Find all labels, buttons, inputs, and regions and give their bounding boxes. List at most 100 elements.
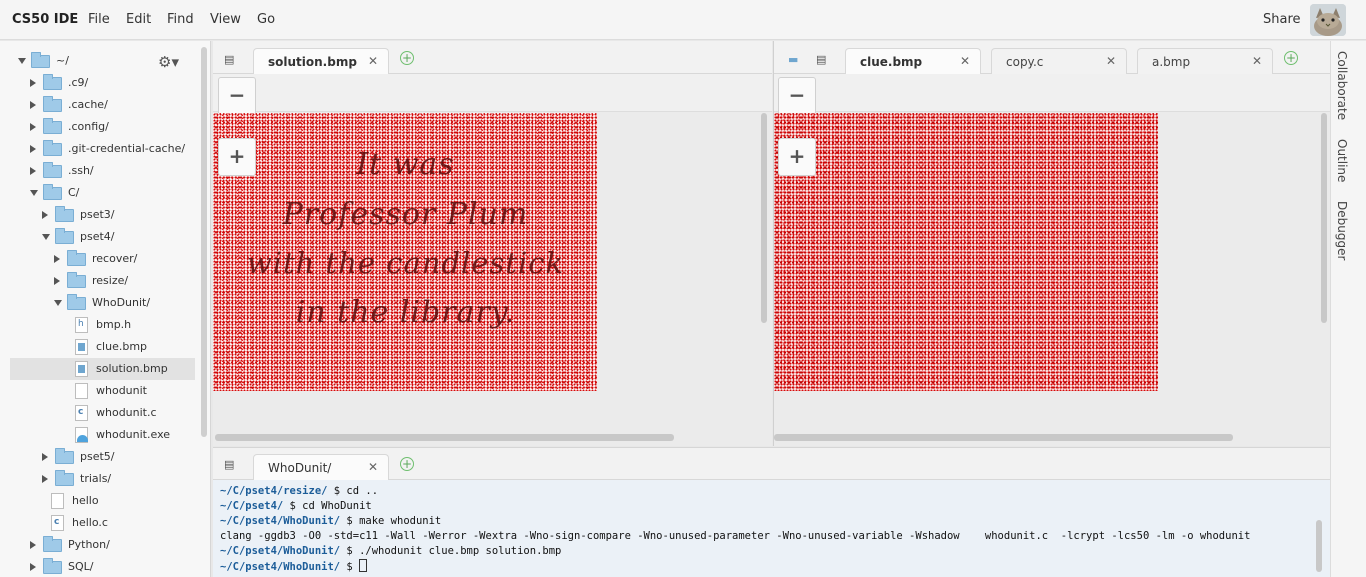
- tree-folder[interactable]: C/: [10, 182, 195, 204]
- tab-label: a.bmp: [1152, 55, 1191, 69]
- terminal-prompt: ~/C/pset4/resize/: [220, 485, 328, 497]
- add-tab-icon[interactable]: +: [1284, 51, 1298, 65]
- tree-file[interactable]: whodunit.c: [10, 402, 195, 424]
- chevron-right-icon[interactable]: [54, 255, 60, 263]
- terminal-text: $ make whodunit: [340, 515, 442, 527]
- zoom-in-button[interactable]: +: [218, 138, 256, 176]
- folder-icon: [43, 536, 62, 552]
- debugger-tab[interactable]: Debugger: [1335, 201, 1349, 260]
- tree-item-label: SQL/: [68, 560, 94, 573]
- close-icon[interactable]: ✕: [1106, 54, 1116, 68]
- tree-folder[interactable]: WhoDunit/: [10, 292, 195, 314]
- tree-folder[interactable]: recover/: [10, 248, 195, 270]
- menu-edit[interactable]: Edit: [126, 12, 151, 27]
- chevron-right-icon[interactable]: [54, 277, 60, 285]
- terminal-output[interactable]: ~/C/pset4/resize/ $ cd .. ~/C/pset4/ $ cd…: [220, 484, 1250, 575]
- chevron-right-icon[interactable]: [42, 453, 48, 461]
- terminal-text: clang -ggdb3 -O0 -std=c11 -Wall -Werror …: [220, 530, 1251, 542]
- terminal-scrollbar[interactable]: [1316, 520, 1322, 572]
- collaborate-tab[interactable]: Collaborate: [1335, 51, 1349, 120]
- right-vertical-scrollbar[interactable]: [1321, 113, 1327, 323]
- chevron-right-icon[interactable]: [30, 167, 36, 175]
- tree-file[interactable]: hello.c: [10, 512, 195, 534]
- tree-item-label: clue.bmp: [96, 340, 148, 353]
- menu-file[interactable]: File: [88, 12, 110, 27]
- tab-clue-bmp[interactable]: clue.bmp ✕: [845, 48, 981, 74]
- chevron-down-icon[interactable]: [42, 234, 50, 240]
- tree-file[interactable]: whodunit: [10, 380, 195, 402]
- tree-item-label: trials/: [80, 472, 112, 485]
- menu-find[interactable]: Find: [167, 12, 194, 27]
- tab-copy-c[interactable]: copy.c ✕: [991, 48, 1127, 74]
- tree-folder[interactable]: .git-credential-cache/: [10, 138, 195, 160]
- tree-folder[interactable]: ~/: [10, 50, 195, 72]
- sidebar-scrollbar[interactable]: [201, 47, 207, 437]
- close-icon[interactable]: ✕: [368, 460, 378, 474]
- share-button[interactable]: Share: [1263, 12, 1301, 27]
- folder-icon: [43, 74, 62, 90]
- tree-item-label: .ssh/: [68, 164, 94, 177]
- right-horizontal-scrollbar[interactable]: [774, 434, 1233, 441]
- tree-file[interactable]: solution.bmp: [10, 358, 195, 380]
- close-icon[interactable]: ✕: [368, 54, 378, 68]
- solution-image: It was Professor Plum with the candlesti…: [213, 113, 597, 391]
- folder-icon: [67, 294, 86, 310]
- chevron-right-icon[interactable]: [30, 563, 36, 571]
- tree-folder[interactable]: pset4/: [10, 226, 195, 248]
- close-icon[interactable]: ✕: [1252, 54, 1262, 68]
- tree-folder[interactable]: .cache/: [10, 94, 195, 116]
- tree-file[interactable]: hello: [10, 490, 195, 512]
- tree-folder[interactable]: .ssh/: [10, 160, 195, 182]
- tree-folder[interactable]: resize/: [10, 270, 195, 292]
- chevron-right-icon[interactable]: [42, 211, 48, 219]
- chevron-right-icon[interactable]: [42, 475, 48, 483]
- tree-folder[interactable]: .config/: [10, 116, 195, 138]
- add-tab-icon[interactable]: +: [400, 457, 414, 471]
- tree-folder[interactable]: .c9/: [10, 72, 195, 94]
- folder-icon: [55, 448, 74, 464]
- tree-folder[interactable]: Python/: [10, 534, 195, 556]
- chevron-down-icon[interactable]: [18, 58, 26, 64]
- chevron-down-icon[interactable]: [30, 190, 38, 196]
- chevron-right-icon[interactable]: [30, 79, 36, 87]
- user-avatar[interactable]: [1310, 4, 1346, 36]
- chevron-right-icon[interactable]: [30, 123, 36, 131]
- image-file-icon: [75, 361, 88, 377]
- tab-solution-bmp[interactable]: solution.bmp ✕: [253, 48, 389, 74]
- add-tab-icon[interactable]: +: [400, 51, 414, 65]
- menu-go[interactable]: Go: [257, 12, 275, 27]
- tree-item-label: bmp.h: [96, 318, 132, 331]
- tree-folder[interactable]: pset3/: [10, 204, 195, 226]
- tree-folder[interactable]: pset5/: [10, 446, 195, 468]
- pane-menu-icon[interactable]: ▤: [816, 53, 826, 66]
- zoom-out-button[interactable]: −: [778, 77, 816, 115]
- folder-icon[interactable]: ▬: [788, 53, 798, 66]
- tree-item-label: .cache/: [68, 98, 108, 111]
- tab-a-bmp[interactable]: a.bmp ✕: [1137, 48, 1273, 74]
- pane-menu-icon[interactable]: ▤: [224, 458, 234, 471]
- tree-file[interactable]: clue.bmp: [10, 336, 195, 358]
- chevron-right-icon[interactable]: [30, 541, 36, 549]
- chevron-right-icon[interactable]: [30, 101, 36, 109]
- close-icon[interactable]: ✕: [960, 54, 970, 68]
- tree-folder[interactable]: SQL/: [10, 556, 195, 577]
- tree-item-label: ~/: [56, 54, 69, 67]
- tree-item-label: hello.c: [72, 516, 108, 529]
- file-icon: [51, 493, 64, 509]
- zoom-out-button[interactable]: −: [218, 77, 256, 115]
- tree-file[interactable]: bmp.h: [10, 314, 195, 336]
- left-vertical-scrollbar[interactable]: [761, 113, 767, 323]
- app-brand[interactable]: CS50 IDE: [12, 12, 78, 27]
- chevron-down-icon[interactable]: [54, 300, 62, 306]
- tab-terminal-whodunit[interactable]: WhoDunit/ ✕: [253, 454, 389, 480]
- tree-file[interactable]: whodunit.exe: [10, 424, 195, 446]
- pane-menu-icon[interactable]: ▤: [224, 53, 234, 66]
- zoom-in-button[interactable]: +: [778, 138, 816, 176]
- terminal-cursor: [359, 559, 368, 572]
- menu-view[interactable]: View: [210, 12, 241, 27]
- chevron-right-icon[interactable]: [30, 145, 36, 153]
- tree-item-label: C/: [68, 186, 80, 199]
- tree-folder[interactable]: trials/: [10, 468, 195, 490]
- outline-tab[interactable]: Outline: [1335, 139, 1349, 182]
- left-horizontal-scrollbar[interactable]: [215, 434, 674, 441]
